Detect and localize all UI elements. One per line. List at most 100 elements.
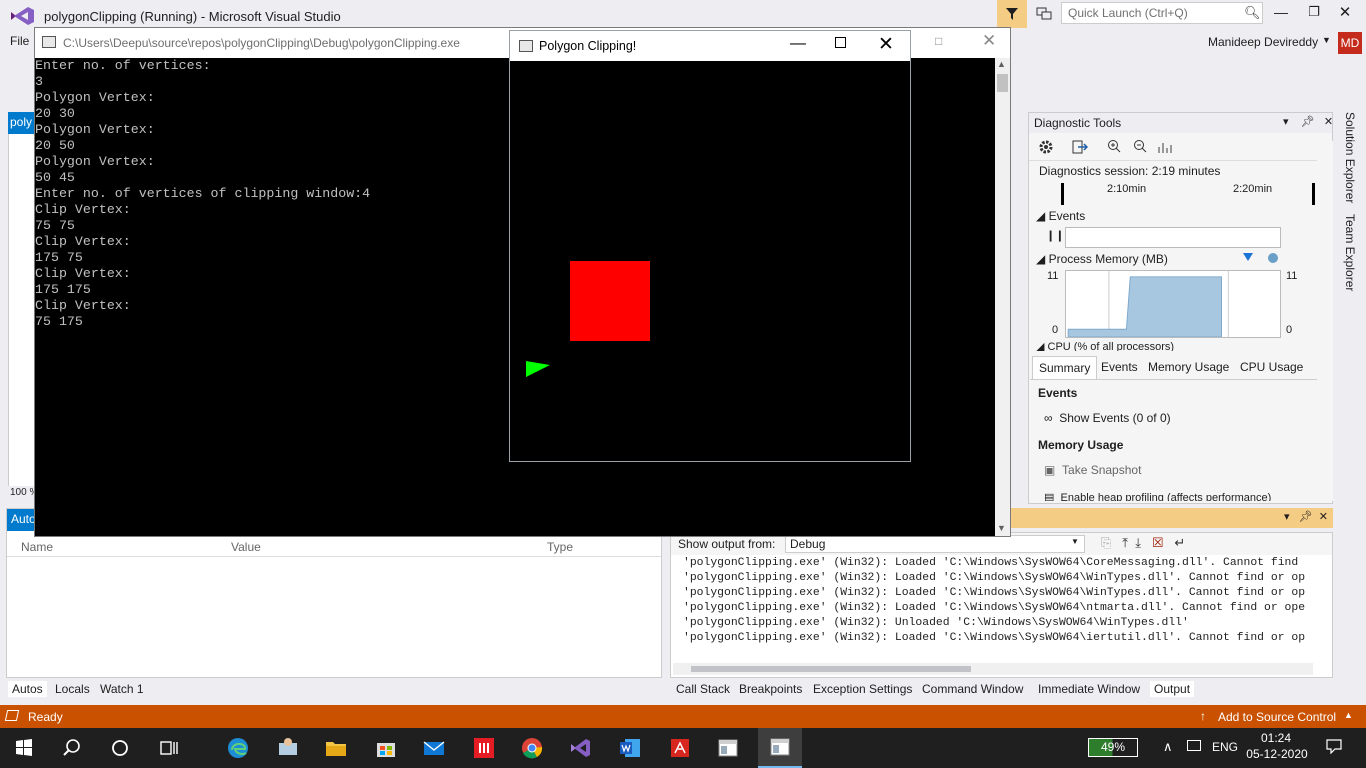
clear-all-icon[interactable]: ☒: [1152, 535, 1164, 550]
output-source-select[interactable]: Debug: [785, 535, 1085, 553]
polygon-window[interactable]: Polygon Clipping! ― ✕: [509, 30, 911, 462]
edge-icon[interactable]: [224, 734, 252, 762]
close-button[interactable]: ✕: [1336, 3, 1354, 21]
events-track[interactable]: [1065, 227, 1281, 248]
task-view-icon[interactable]: [154, 734, 182, 762]
chevron-down-icon[interactable]: ▼: [1322, 35, 1331, 45]
word-wrap-icon[interactable]: ↵: [1174, 535, 1185, 550]
restore-button[interactable]: ❐: [1305, 4, 1323, 22]
tab-locals[interactable]: Locals: [51, 681, 94, 697]
tab-summary[interactable]: Summary: [1032, 356, 1098, 379]
column-value[interactable]: Value: [231, 540, 261, 554]
tab-memory-usage[interactable]: Memory Usage: [1148, 360, 1229, 374]
network-icon[interactable]: [1187, 740, 1201, 751]
column-name[interactable]: Name: [21, 540, 53, 554]
editor-area[interactable]: [8, 134, 34, 486]
feedback-icon[interactable]: [1032, 0, 1056, 28]
scroll-down-icon[interactable]: ▼: [997, 523, 1006, 533]
tab-call-stack[interactable]: Call Stack: [672, 681, 734, 697]
scrollbar[interactable]: [1317, 141, 1333, 501]
scroll-up-icon[interactable]: ▲: [997, 59, 1006, 69]
file-explorer-icon[interactable]: [322, 734, 350, 762]
close-button[interactable]: ✕: [982, 31, 996, 51]
cpu-graph-label[interactable]: ◢ CPU (% of all processors): [1036, 340, 1174, 351]
window-app-icon[interactable]: [714, 734, 742, 762]
editor-tab[interactable]: poly: [8, 112, 34, 134]
gear-icon[interactable]: [1038, 139, 1054, 155]
next-message-icon[interactable]: ⤓: [1135, 535, 1141, 550]
goto-icon[interactable]: ⎘: [1101, 535, 1111, 550]
add-to-source-control-button[interactable]: Add to Source Control: [1218, 710, 1336, 724]
close-icon[interactable]: ✕: [1324, 116, 1333, 128]
close-button[interactable]: ✕: [878, 33, 894, 56]
start-icon[interactable]: [10, 734, 38, 762]
tab-autos[interactable]: Autos: [8, 681, 47, 697]
zoom-in-icon[interactable]: [1107, 139, 1121, 153]
chevron-up-icon[interactable]: ∧: [1163, 739, 1173, 755]
dropdown-icon[interactable]: ▾: [1283, 116, 1289, 128]
scroll-thumb[interactable]: [997, 74, 1008, 92]
close-icon[interactable]: ✕: [1319, 511, 1328, 523]
tab-team-explorer[interactable]: Team Explorer: [1343, 214, 1357, 291]
drawing-canvas[interactable]: [510, 61, 910, 461]
tab-immediate-window[interactable]: Immediate Window: [1034, 681, 1144, 697]
column-type[interactable]: Type: [547, 540, 573, 554]
acrobat-icon[interactable]: [666, 734, 694, 762]
visual-studio-icon[interactable]: [566, 734, 594, 762]
user-name[interactable]: Manideep Devireddy: [1208, 35, 1318, 49]
app-red-icon[interactable]: [470, 734, 498, 762]
notification-icon[interactable]: [1326, 738, 1342, 754]
clock-date[interactable]: 05-12-2020: [1246, 747, 1308, 761]
panel-header-buttons[interactable]: ▾ 📌︎ ✕: [1283, 115, 1333, 128]
chevron-up-icon[interactable]: ▲: [1344, 710, 1353, 720]
menu-file[interactable]: File: [10, 34, 29, 48]
tab-command-window[interactable]: Command Window: [918, 681, 1027, 697]
prev-message-icon[interactable]: ⤒: [1122, 535, 1128, 550]
output-header-buttons[interactable]: ▾ 📌︎ ✕: [1284, 510, 1328, 523]
arrow-up-icon[interactable]: ↑: [1200, 709, 1206, 723]
tab-breakpoints[interactable]: Breakpoints: [735, 681, 806, 697]
mail-icon[interactable]: [420, 734, 448, 762]
tab-events[interactable]: Events: [1101, 360, 1138, 374]
polygon-app-taskbar-button[interactable]: [758, 728, 802, 768]
minimize-button[interactable]: ―: [1272, 4, 1290, 22]
maximize-button[interactable]: □: [935, 34, 942, 48]
pin-icon[interactable]: 📌︎: [1301, 116, 1315, 128]
events-graph-label[interactable]: ◢ Events: [1036, 209, 1085, 223]
memory-chart[interactable]: [1065, 270, 1281, 338]
battery-indicator[interactable]: 49%: [1088, 738, 1138, 757]
chevron-down-icon[interactable]: ▼: [1071, 537, 1079, 546]
maximize-button[interactable]: [835, 37, 846, 48]
heap-profiling-option[interactable]: ▤ Enable heap profiling (affects perform…: [1044, 491, 1271, 501]
tab-output[interactable]: Output: [1150, 681, 1195, 697]
cortana-icon[interactable]: [106, 734, 134, 762]
vertical-scrollbar[interactable]: [995, 58, 1010, 536]
memory-graph-label[interactable]: ◢ Process Memory (MB): [1036, 252, 1168, 266]
tab-cpu-usage[interactable]: CPU Usage: [1240, 360, 1303, 374]
export-icon[interactable]: [1072, 139, 1088, 155]
timeline-ruler[interactable]: [1061, 183, 1315, 205]
minimize-button[interactable]: ―: [790, 35, 806, 53]
language-indicator[interactable]: ENG: [1212, 740, 1238, 754]
clock-time[interactable]: 01:24: [1250, 731, 1302, 745]
quick-launch-input[interactable]: Quick Launch (Ctrl+Q): [1061, 2, 1263, 24]
chrome-icon[interactable]: [518, 734, 546, 762]
store-icon[interactable]: [372, 734, 400, 762]
polygon-window-titlebar[interactable]: Polygon Clipping! ― ✕: [510, 31, 910, 61]
search-icon[interactable]: 🔍︎: [1244, 5, 1261, 21]
output-text[interactable]: 'polygonClipping.exe' (Win32): Loaded 'C…: [683, 556, 1317, 660]
filter-icon[interactable]: [997, 0, 1027, 28]
show-events-link[interactable]: ∞ Show Events (0 of 0): [1044, 411, 1171, 425]
zoom-out-icon[interactable]: [1133, 139, 1147, 153]
take-snapshot-button[interactable]: ▣ Take Snapshot: [1044, 463, 1141, 477]
search-icon[interactable]: [58, 734, 86, 762]
avatar[interactable]: MD: [1338, 32, 1362, 54]
pause-icon[interactable]: ❙❙: [1046, 229, 1064, 242]
horizontal-scrollbar[interactable]: [673, 663, 1313, 675]
pin-icon[interactable]: 📌︎: [1299, 511, 1313, 523]
scroll-thumb[interactable]: [691, 666, 971, 672]
chart-icon[interactable]: [1157, 139, 1173, 155]
word-icon[interactable]: [616, 734, 644, 762]
tab-watch-1[interactable]: Watch 1: [96, 681, 148, 697]
tab-exception-settings[interactable]: Exception Settings: [809, 681, 916, 697]
